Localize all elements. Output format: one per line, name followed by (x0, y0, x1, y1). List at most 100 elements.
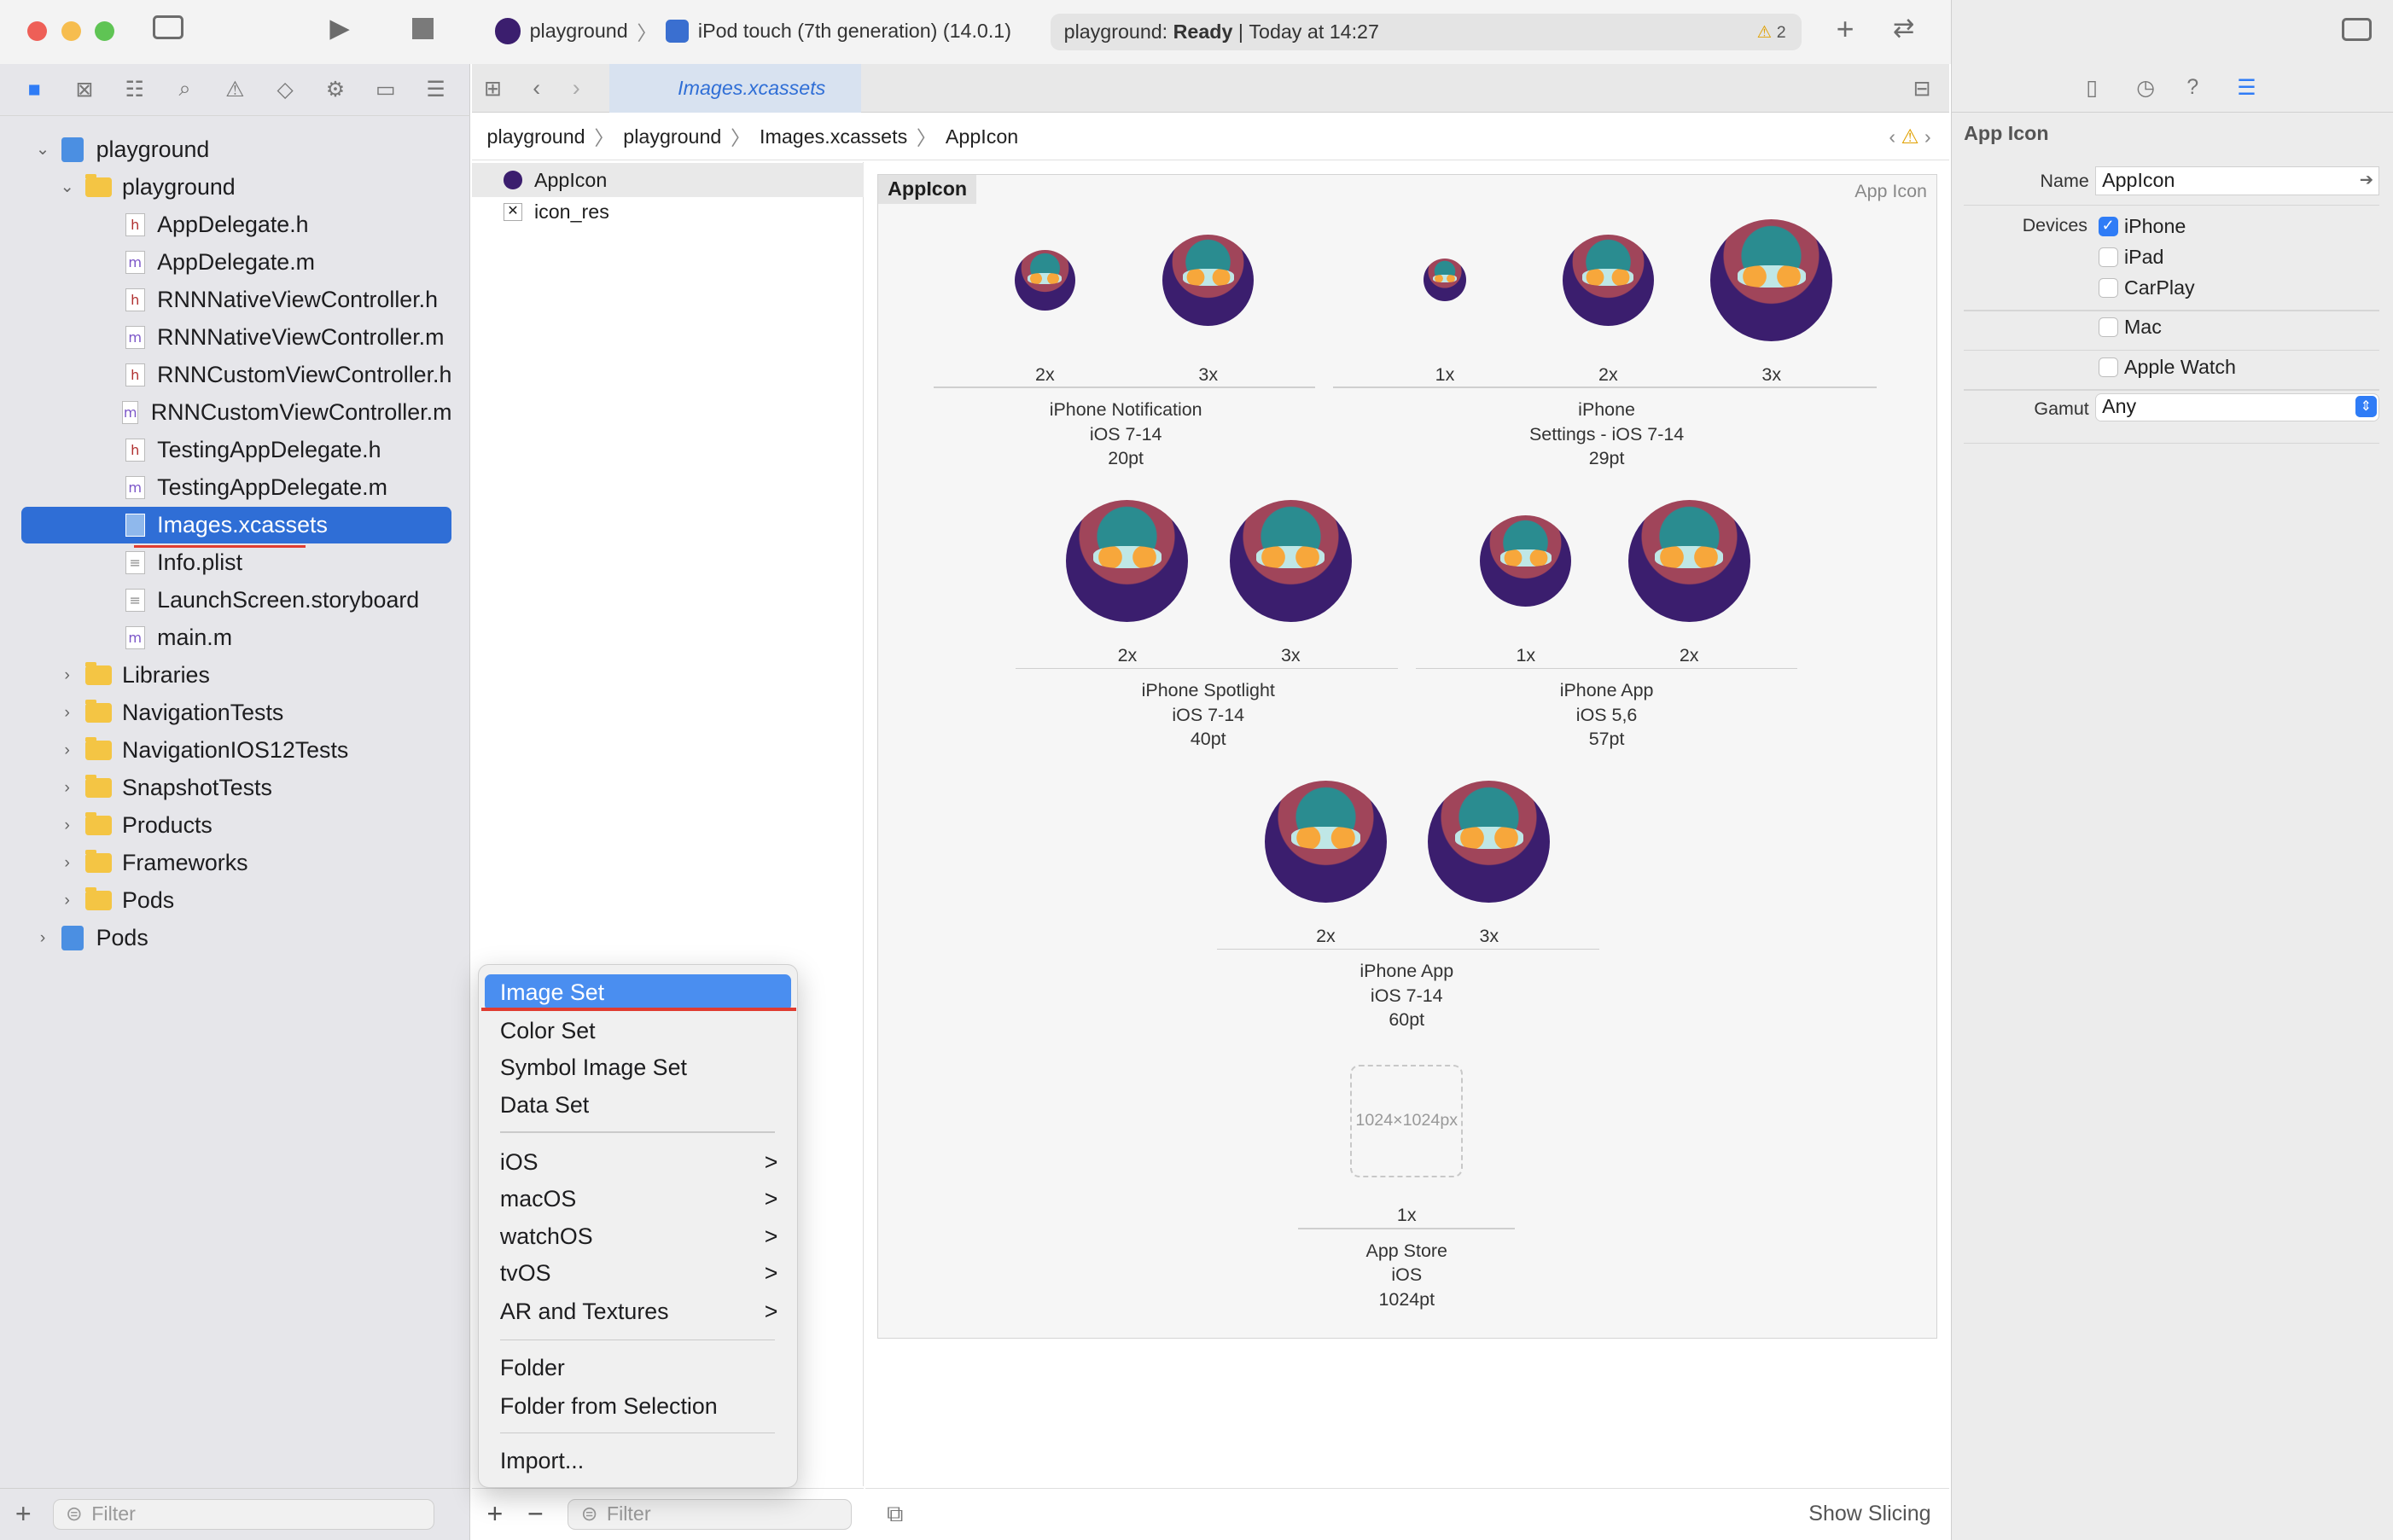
add-file-button[interactable]: + (15, 1498, 32, 1530)
sidebar-item[interactable]: m RNNNativeViewController.m (21, 319, 451, 356)
sidebar-item[interactable]: h AppDelegate.h (21, 206, 451, 243)
menu-item[interactable]: AR and Textures > (500, 1293, 778, 1330)
app-icon-image[interactable] (1229, 499, 1352, 622)
back-arrow-icon[interactable]: ‹ (533, 75, 540, 102)
add-asset-button[interactable]: + (487, 1498, 504, 1530)
menu-item[interactable]: watchOS > (500, 1218, 778, 1255)
report-icon[interactable]: ☰ (419, 77, 452, 102)
sidebar-item[interactable]: › NavigationTests (21, 694, 451, 731)
chevron-right-icon[interactable]: › (58, 778, 76, 798)
breadcrumb-folder[interactable]: playground (623, 125, 721, 148)
chevron-right-icon[interactable]: › (58, 741, 76, 760)
asset-filter-input[interactable]: ⊜ Filter (568, 1498, 853, 1530)
run-button[interactable]: ▶ (329, 14, 349, 44)
sidebar-item[interactable]: h RNNNativeViewController.h (21, 282, 451, 318)
slicing-icon[interactable]: ⧉ (887, 1501, 903, 1528)
menu-item[interactable]: Symbol Image Set (500, 1049, 778, 1086)
chevron-right-icon[interactable]: › (33, 928, 51, 948)
menu-item[interactable]: Image Set (484, 974, 792, 1012)
sidebar-item[interactable]: › SnapshotTests (21, 770, 451, 806)
sidebar-item[interactable]: m AppDelegate.m (21, 244, 451, 281)
arrow-circle-icon[interactable]: ➔ (2360, 167, 2373, 193)
menu-item[interactable]: iOS > (500, 1144, 778, 1181)
breadcrumb-catalog[interactable]: Images.xcassets (760, 125, 907, 148)
minimize-window-button[interactable] (61, 21, 81, 42)
debug-icon[interactable]: ⚙ (318, 77, 352, 102)
inspector-toggle-icon[interactable] (2341, 18, 2373, 42)
sidebar-item[interactable]: h RNNCustomViewController.h (21, 357, 451, 393)
issue-icon[interactable]: ⚠ (218, 77, 252, 102)
split-editor-icon[interactable]: ⊟ (1913, 76, 1931, 102)
grid-icon[interactable]: ⊞ (484, 76, 502, 102)
sidebar-item[interactable]: › Frameworks (21, 845, 451, 881)
warning-badge[interactable]: ⚠ 2 (1757, 22, 1786, 43)
search-icon[interactable]: ⌕ (168, 77, 201, 102)
app-icon-image[interactable] (1264, 780, 1388, 904)
app-icon-image[interactable] (1014, 249, 1076, 311)
sidebar-item[interactable]: › Pods (21, 920, 451, 956)
menu-item[interactable]: Data Set (500, 1087, 778, 1124)
menu-item[interactable]: macOS > (500, 1181, 778, 1217)
device-checkbox[interactable] (2098, 317, 2118, 338)
app-icon-image[interactable] (1428, 780, 1551, 904)
navigator-filter-input[interactable]: ⊜ Filter (52, 1498, 434, 1530)
app-icon-image[interactable] (1627, 499, 1750, 622)
sidebar-item[interactable]: ≡ Info.plist (21, 544, 451, 581)
chevron-right-icon[interactable]: › (58, 853, 76, 873)
breadcrumb-asset[interactable]: AppIcon (946, 125, 1018, 148)
chevron-down-icon[interactable]: ⌄ (58, 177, 76, 197)
chevron-right-icon[interactable]: › (58, 816, 76, 835)
menu-item[interactable]: Color Set (500, 1013, 778, 1049)
sidebar-item[interactable]: › Libraries (21, 657, 451, 694)
symbol-icon[interactable]: ☷ (118, 77, 151, 102)
remove-asset-button[interactable]: − (527, 1498, 544, 1530)
menu-item[interactable]: tvOS > (500, 1255, 778, 1292)
scheme-selector[interactable]: playground 〉 iPod touch (7th generation)… (494, 17, 1011, 46)
menu-item[interactable]: Import... (500, 1443, 778, 1479)
sidebar-item[interactable]: › Products (21, 807, 451, 844)
close-window-button[interactable] (27, 21, 48, 42)
app-icon-image[interactable] (1562, 234, 1655, 326)
breakpoint-icon[interactable]: ▭ (369, 77, 402, 102)
menu-item[interactable]: Folder (500, 1350, 778, 1386)
app-icon-image[interactable] (1710, 218, 1833, 341)
code-review-icon[interactable]: ⇄ (1893, 14, 1914, 44)
add-library-button[interactable]: + (1837, 12, 1854, 47)
chevron-right-icon[interactable]: › (58, 891, 76, 910)
sidebar-item[interactable]: m RNNCustomViewController.m (21, 394, 451, 431)
sidebar-toggle-icon[interactable] (152, 15, 183, 40)
gamut-select[interactable]: Any ⇕ (2094, 393, 2379, 421)
help-icon[interactable]: ? (2186, 75, 2198, 100)
show-slicing-button[interactable]: Show Slicing (1808, 1502, 1930, 1526)
asset-item-icon-res[interactable]: ✕ icon_res (498, 195, 864, 229)
sidebar-item[interactable]: ≡ LaunchScreen.storyboard (21, 582, 451, 619)
device-checkbox[interactable] (2098, 247, 2118, 267)
app-icon-image[interactable] (1066, 499, 1189, 622)
device-checkbox[interactable] (2098, 357, 2118, 377)
attributes-icon[interactable]: ☰ (2237, 75, 2256, 101)
app-icon-image[interactable] (1480, 514, 1572, 607)
sidebar-item[interactable]: Images.xcassets (21, 506, 452, 543)
app-icon-image[interactable] (1162, 234, 1255, 326)
chevron-right-icon[interactable]: › (58, 703, 76, 723)
sidebar-item[interactable]: › Pods (21, 882, 451, 919)
asset-item-appicon[interactable]: AppIcon (471, 163, 865, 197)
folder-icon[interactable]: ■ (17, 78, 50, 102)
zoom-window-button[interactable] (94, 21, 115, 42)
sidebar-item[interactable]: m TestingAppDelegate.m (21, 469, 451, 506)
stop-button[interactable] (411, 18, 434, 40)
test-icon[interactable]: ◇ (269, 77, 302, 102)
history-icon[interactable]: ◷ (2136, 75, 2155, 101)
menu-item[interactable]: Folder from Selection (500, 1388, 778, 1425)
sidebar-item[interactable]: m main.m (21, 619, 451, 656)
device-checkbox[interactable] (2098, 277, 2118, 298)
device-checkbox[interactable]: ✓ (2098, 216, 2118, 237)
breadcrumb-project[interactable]: playground (487, 125, 585, 148)
source-control-icon[interactable]: ⊠ (67, 77, 101, 102)
app-icon-image[interactable] (1423, 259, 1467, 302)
chevron-down-icon[interactable]: ⌄ (33, 139, 51, 160)
chevron-right-icon[interactable]: › (58, 665, 76, 685)
empty-icon-slot[interactable]: 1024×1024px (1350, 1064, 1464, 1177)
tab-images-xcassets[interactable]: Images.xcassets (608, 64, 861, 113)
sidebar-item[interactable]: ⌄ playground (21, 169, 451, 206)
